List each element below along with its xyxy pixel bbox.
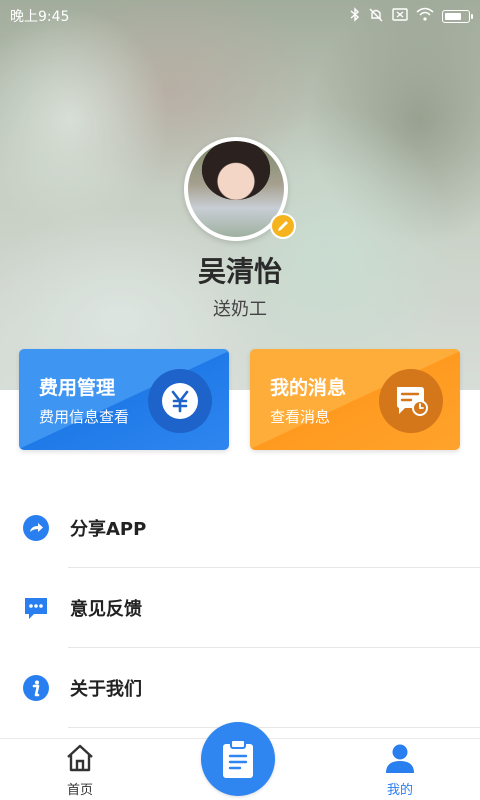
menu-item-label: 关于我们 bbox=[70, 679, 142, 700]
share-icon bbox=[23, 515, 49, 541]
fee-card-subtitle: 费用信息查看 bbox=[39, 408, 130, 426]
message-card-subtitle: 查看消息 bbox=[270, 408, 331, 426]
user-role: 送奶工 bbox=[213, 299, 267, 320]
user-icon bbox=[386, 744, 414, 773]
avatar-container[interactable] bbox=[184, 137, 296, 241]
wifi-icon bbox=[416, 7, 434, 25]
status-icons bbox=[350, 6, 473, 26]
feedback-icon bbox=[23, 595, 49, 621]
menu-item-share[interactable]: 分享APP bbox=[0, 488, 480, 568]
mute-icon bbox=[368, 7, 384, 26]
message-card-title: 我的消息 bbox=[270, 377, 347, 399]
nav-mine[interactable]: 我的 bbox=[360, 739, 440, 800]
status-bar: 晚上9:45 bbox=[0, 0, 480, 32]
fee-card-title: 费用管理 bbox=[39, 377, 116, 399]
menu-item-label: 意见反馈 bbox=[70, 599, 142, 620]
center-action-button[interactable] bbox=[201, 722, 275, 796]
divider bbox=[68, 727, 480, 728]
yen-icon bbox=[148, 369, 212, 433]
message-clock-icon bbox=[379, 369, 443, 433]
sim-icon bbox=[392, 7, 408, 25]
user-name: 吴清怡 bbox=[197, 255, 282, 288]
menu-item-label: 分享APP bbox=[70, 519, 147, 540]
nav-mine-label: 我的 bbox=[386, 783, 413, 798]
fee-management-card[interactable]: 费用管理 费用信息查看 bbox=[19, 349, 229, 450]
status-time: 晚上9:45 bbox=[10, 9, 70, 25]
menu-item-feedback[interactable]: 意见反馈 bbox=[0, 568, 480, 648]
clipboard-icon bbox=[223, 739, 253, 778]
menu-item-about[interactable]: 关于我们 bbox=[0, 648, 480, 728]
pencil-icon[interactable] bbox=[270, 213, 296, 239]
info-icon bbox=[23, 675, 49, 701]
battery-charging-icon bbox=[442, 9, 473, 23]
nav-home[interactable]: 首页 bbox=[40, 739, 120, 800]
bluetooth-icon bbox=[350, 6, 360, 26]
home-icon bbox=[67, 744, 93, 772]
my-messages-card[interactable]: 我的消息 查看消息 bbox=[250, 349, 460, 450]
nav-home-label: 首页 bbox=[66, 783, 93, 798]
